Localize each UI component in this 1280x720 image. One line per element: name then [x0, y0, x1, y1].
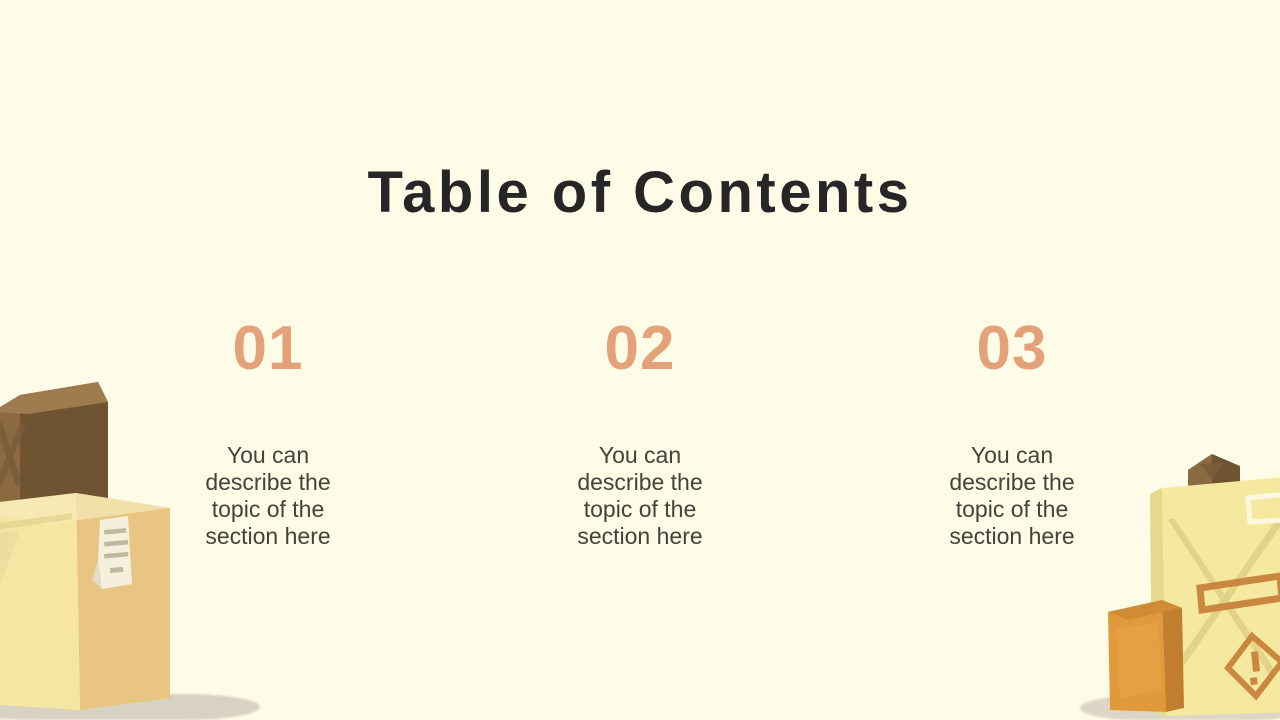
section-description-01: You can describe the topic of the sectio… — [205, 442, 331, 550]
section-item-03[interactable]: 03 You can describe the topic of the sec… — [894, 318, 1130, 551]
ground-shadow-right — [1080, 696, 1280, 720]
section-number-01: 01 — [232, 314, 304, 383]
section-description-02: You can describe the topic of the sectio… — [577, 442, 703, 550]
page-title: Table of Contents — [367, 160, 913, 225]
section-number-02: 02 — [604, 314, 676, 383]
section-item-01[interactable]: 01 You can describe the topic of the sec… — [150, 318, 386, 551]
section-columns: 01 You can describe the topic of the sec… — [150, 318, 1130, 551]
slide-canvas: Table of Contents 01 You can describe th… — [0, 0, 1280, 720]
section-number-03: 03 — [976, 314, 1048, 383]
ground-shadow-left — [0, 694, 260, 720]
section-item-02[interactable]: 02 You can describe the topic of the sec… — [522, 318, 758, 551]
section-description-03: You can describe the topic of the sectio… — [949, 442, 1075, 550]
